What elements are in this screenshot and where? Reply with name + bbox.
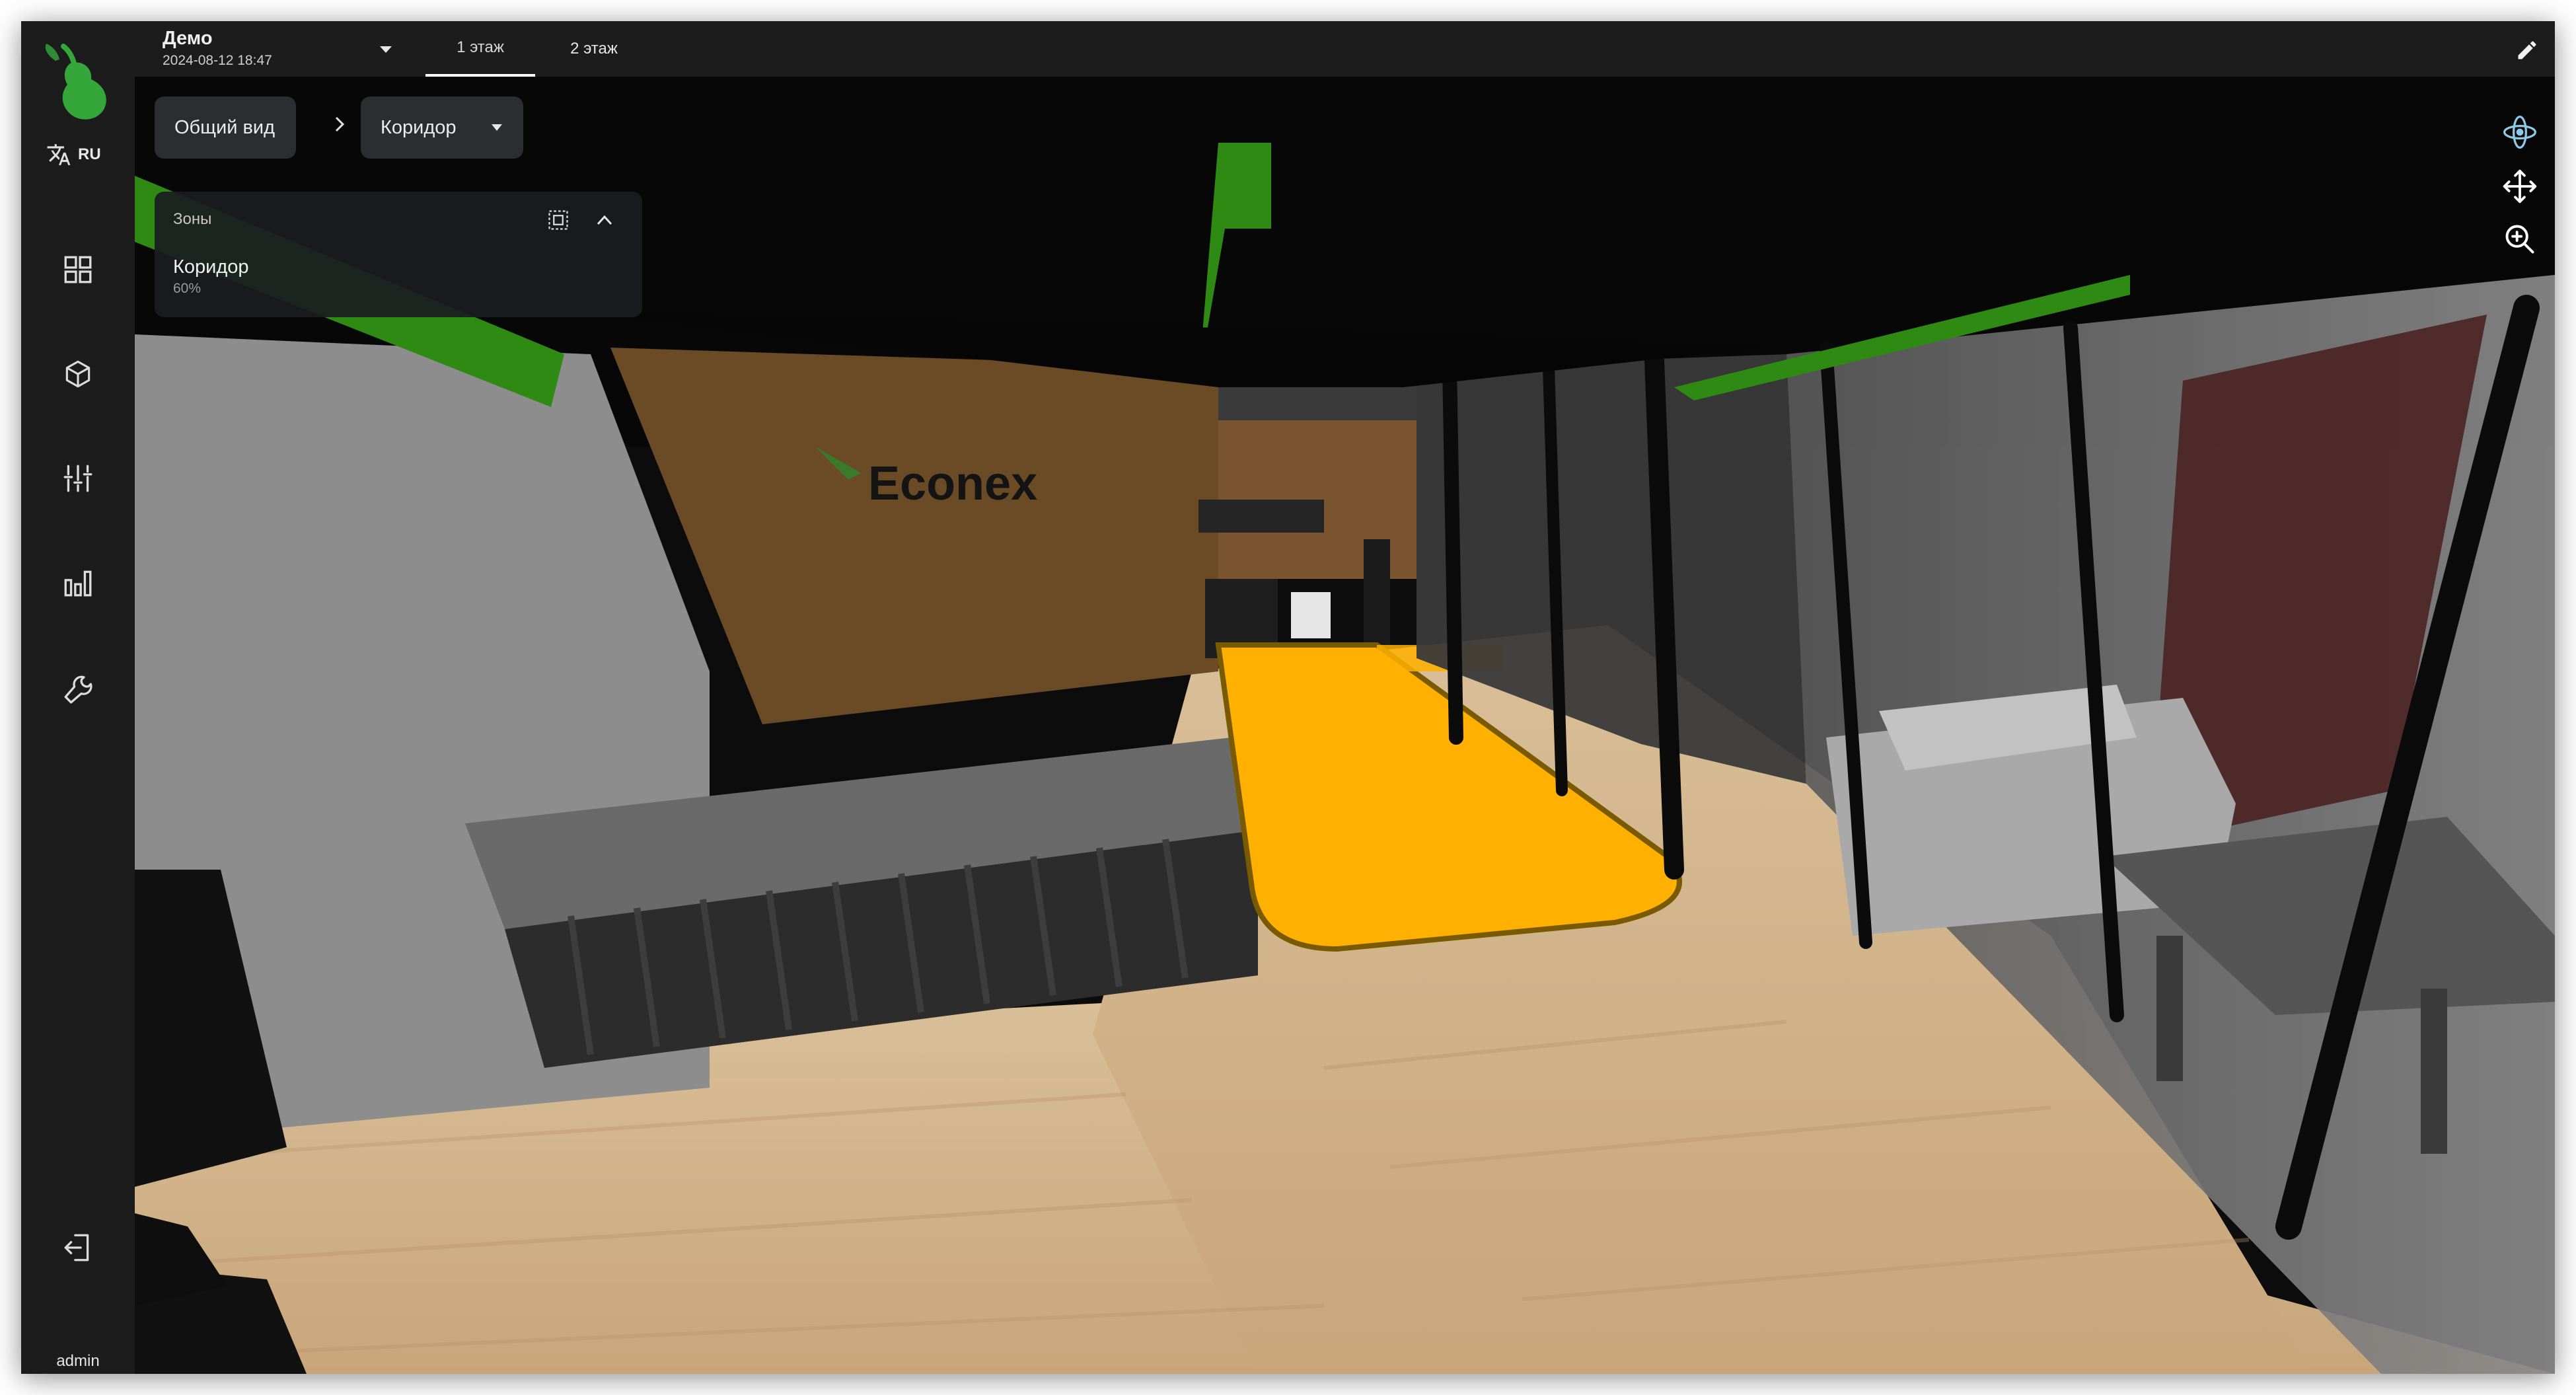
top-bar: Демо 2024-08-12 18:47 1 этаж 2 этаж <box>135 21 2555 77</box>
sidebar: RU admin <box>21 21 135 1374</box>
zoom-button[interactable] <box>2499 218 2541 260</box>
nav-analytics-button[interactable] <box>54 559 102 607</box>
nav-3d-model-button[interactable] <box>54 350 102 398</box>
sliders-icon <box>63 465 92 492</box>
nav-dashboard-button[interactable] <box>54 246 102 293</box>
nav-tools-button[interactable] <box>54 663 102 711</box>
zones-collapse-button[interactable] <box>588 204 621 237</box>
pear-logo-icon[interactable] <box>44 41 112 126</box>
chevron-up-icon <box>597 215 612 225</box>
tab-floor-1[interactable]: 1 этаж <box>425 21 535 77</box>
breadcrumb-zone-select[interactable]: Коридор <box>361 96 523 159</box>
3d-viewport[interactable]: Econex Общий вид Коридор Зоны Коридор 60… <box>135 77 2555 1374</box>
project-dropdown-button[interactable] <box>373 40 399 59</box>
orbit-button[interactable] <box>2499 111 2541 153</box>
project-datetime: 2024-08-12 18:47 <box>163 53 272 68</box>
translate-icon <box>47 144 71 165</box>
nav-settings-button[interactable] <box>54 455 102 502</box>
pan-button[interactable] <box>2499 165 2541 207</box>
chevron-right-icon <box>326 111 353 137</box>
language-switch[interactable]: RU <box>46 137 119 172</box>
econex-wall-logo: Econex <box>868 457 1037 510</box>
caret-down-icon <box>492 124 502 131</box>
dashboard-icon <box>64 256 92 283</box>
breadcrumb-current: Коридор <box>381 116 457 138</box>
zoom-in-icon <box>2505 225 2534 254</box>
zone-name: Коридор <box>173 256 249 278</box>
wrench-icon <box>64 675 92 704</box>
logout-icon <box>64 1234 89 1262</box>
cube-icon <box>65 360 91 388</box>
zones-panel: Зоны Коридор 60% <box>155 192 642 317</box>
bar-chart-icon <box>64 570 92 597</box>
zones-select-all-button[interactable] <box>542 204 575 237</box>
current-user: admin <box>56 1352 100 1370</box>
tab-floor-2[interactable]: 2 этаж <box>539 21 649 77</box>
zone-list-item[interactable]: Коридор 60% <box>173 256 570 308</box>
move-arrows-icon <box>2503 169 2537 204</box>
breadcrumb-overview[interactable]: Общий вид <box>155 96 296 159</box>
orbit-icon <box>2503 116 2536 149</box>
caret-down-icon <box>380 46 392 53</box>
pencil-icon <box>2518 41 2536 59</box>
project-title: Демо <box>163 28 213 49</box>
edit-button[interactable] <box>2511 34 2543 66</box>
zones-panel-title: Зоны <box>173 210 212 228</box>
zone-percent: 60% <box>173 281 202 296</box>
app-window: RU admin Демо 2024-08-12 18:47 1 этаж 2 … <box>21 21 2555 1374</box>
language-code: RU <box>78 145 101 163</box>
select-all-icon <box>548 210 568 230</box>
logout-button[interactable] <box>54 1224 102 1271</box>
